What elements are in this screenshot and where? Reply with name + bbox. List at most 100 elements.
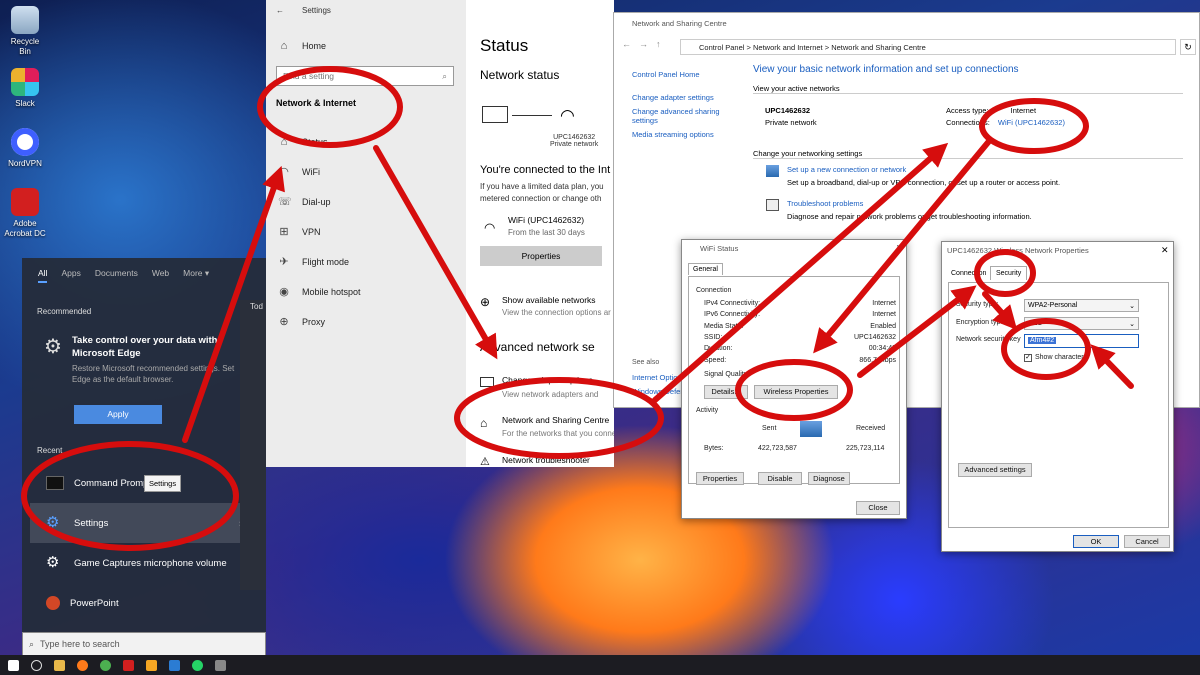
- close-button[interactable]: Close: [856, 501, 900, 515]
- close-icon[interactable]: ✕: [896, 243, 904, 254]
- media-streaming-link[interactable]: Media streaming options: [632, 130, 732, 139]
- wireless-properties-button[interactable]: Wireless Properties: [754, 385, 838, 399]
- nav-arrows-icon[interactable]: ←→↑: [622, 39, 669, 49]
- adapter-settings-link[interactable]: Change adapter settings: [632, 93, 732, 102]
- firefox-icon[interactable]: [77, 659, 88, 671]
- recent-label: Settings: [74, 517, 109, 529]
- sharing-settings-link[interactable]: Change advanced sharing settings: [632, 107, 732, 125]
- app-icon[interactable]: [215, 659, 226, 671]
- breadcrumb-item[interactable]: Control Panel: [699, 43, 744, 52]
- back-arrow-icon[interactable]: ←: [276, 6, 284, 15]
- details-button[interactable]: Details...: [704, 385, 748, 399]
- tab-panel: [688, 276, 900, 484]
- advanced-settings-button[interactable]: Advanced settings: [958, 463, 1032, 477]
- recent-settings[interactable]: ⚙Settings›: [30, 503, 258, 543]
- tab-documents[interactable]: Documents: [95, 268, 138, 283]
- ok-button[interactable]: OK: [1073, 535, 1119, 548]
- activity-heading: Activity: [696, 407, 719, 414]
- globe-icon: ⊕: [480, 295, 491, 309]
- breadcrumb-item[interactable]: Network and Sharing Centre: [831, 43, 926, 52]
- app-icon[interactable]: [146, 659, 157, 671]
- connected-text: You're connected to the Int: [480, 164, 611, 176]
- status-row-label: SSID:: [704, 333, 723, 341]
- recent-label: Game Captures microphone volume: [74, 557, 227, 569]
- section-heading: Network & Internet: [276, 98, 357, 108]
- close-icon[interactable]: ✕: [1161, 245, 1169, 256]
- nordvpn-desktop-icon[interactable]: NordVPN: [4, 128, 46, 169]
- security-type-select[interactable]: WPA2-Personal ⌄: [1024, 299, 1139, 312]
- connection-heading: Connection: [696, 287, 732, 294]
- encryption-select[interactable]: AES ⌄: [1024, 317, 1139, 330]
- nav-proxy[interactable]: ⊕ Proxy: [278, 316, 325, 328]
- properties-button[interactable]: Properties: [696, 472, 744, 485]
- find-setting-input[interactable]: Find a setting ⌕: [276, 66, 454, 86]
- nav-wifi[interactable]: ◠ WiFi: [278, 166, 320, 178]
- tab-more[interactable]: More ▾: [183, 268, 209, 283]
- disable-button[interactable]: Disable: [758, 472, 802, 485]
- status-row-label: Media State:: [704, 322, 744, 330]
- wifi-connection-link[interactable]: WiFi (UPC1462632): [998, 118, 1065, 127]
- whatsapp-icon[interactable]: [192, 659, 203, 671]
- refresh-icon[interactable]: ↻: [1180, 39, 1196, 55]
- placeholder-text: Find a setting: [283, 71, 335, 81]
- powerpoint-icon: [46, 596, 60, 610]
- setup-connection-link[interactable]: Set up a new connection or network: [787, 165, 906, 174]
- troubleshooter-link[interactable]: Network troubleshooter: [502, 455, 590, 465]
- filezilla-icon[interactable]: [123, 659, 134, 671]
- security-key-input[interactable]: Afm4#2: [1024, 334, 1139, 348]
- file-explorer-icon[interactable]: [54, 659, 65, 671]
- tab-connection[interactable]: Connection: [948, 268, 989, 279]
- connections-label: Connections:: [946, 118, 990, 127]
- word-icon[interactable]: [169, 659, 180, 671]
- signal-quality-label: Signal Quality:: [704, 371, 750, 378]
- adapter-desc: View network adapters and: [502, 390, 599, 399]
- nav-dialup[interactable]: ☏ Dial-up: [278, 196, 331, 208]
- recent-game-captures[interactable]: ⚙ Game Captures microphone volume: [22, 543, 266, 583]
- tab-all[interactable]: All: [38, 268, 48, 283]
- nav-vpn[interactable]: ⊞ VPN: [278, 226, 320, 238]
- network-label: UPC1462632 Private network: [550, 134, 598, 148]
- security-type-label: Security type:: [956, 301, 999, 308]
- taskbar-search-input[interactable]: ⌕ Type here to search: [22, 632, 266, 656]
- show-networks-link[interactable]: Show available networks: [502, 295, 596, 305]
- cancel-button[interactable]: Cancel: [1124, 535, 1170, 548]
- nav-home[interactable]: ⌂ Home: [278, 40, 326, 52]
- search-icon[interactable]: [31, 659, 42, 671]
- nav-flight-mode[interactable]: ✈ Flight mode: [278, 256, 349, 268]
- tab-web[interactable]: Web: [152, 268, 169, 283]
- nav-status[interactable]: ⌂ Status: [278, 136, 328, 148]
- cp-home-link[interactable]: Control Panel Home: [632, 70, 732, 79]
- status-row-label: IPv4 Connectivity:: [704, 300, 761, 307]
- breadcrumb-item[interactable]: Network and Internet: [753, 43, 823, 52]
- sharing-centre-link[interactable]: Network and Sharing Centre: [502, 415, 609, 425]
- settings-sidebar: ← Settings ⌂ Home Find a setting ⌕ Network…: [266, 0, 466, 467]
- chrome-icon[interactable]: [100, 659, 111, 671]
- advanced-heading: Advanced network se: [480, 340, 595, 354]
- tab-general[interactable]: General: [688, 263, 723, 275]
- nav-mobile-hotspot[interactable]: ◉ Mobile hotspot: [278, 286, 360, 298]
- cp-left-links: Control Panel Home Change adapter settin…: [632, 70, 732, 144]
- taskbar: [0, 655, 1200, 675]
- change-adapter-link[interactable]: Change adapter options: [502, 375, 593, 385]
- internet-options-link[interactable]: Internet Options: [632, 373, 685, 382]
- apply-button[interactable]: Apply: [74, 405, 162, 424]
- tab-apps[interactable]: Apps: [61, 268, 80, 283]
- defender-link[interactable]: Windows Defer: [632, 387, 683, 396]
- recent-powerpoint[interactable]: PowerPoint: [22, 583, 266, 623]
- adapter-icon: [480, 377, 494, 387]
- troubleshoot-link[interactable]: Troubleshoot problems: [787, 199, 863, 208]
- show-characters-label: Show characters: [1035, 354, 1088, 361]
- acrobat-desktop-icon[interactable]: Adobe Acrobat DC: [4, 188, 46, 239]
- slack-desktop-icon[interactable]: Slack: [4, 68, 46, 109]
- select-value: WPA2-Personal: [1028, 302, 1078, 309]
- wifi-usage: From the last 30 days: [508, 228, 585, 237]
- recommended-card: ⚙ Take control over your data with Micro…: [36, 324, 252, 395]
- windows-start-icon[interactable]: [8, 659, 19, 671]
- recycle-bin-desktop-icon[interactable]: Recycle Bin: [4, 6, 46, 57]
- show-characters-checkbox[interactable]: ✓: [1024, 354, 1032, 362]
- address-bar[interactable]: Control Panel > Network and Internet > N…: [680, 39, 1176, 55]
- diagnose-button[interactable]: Diagnose: [808, 472, 850, 485]
- properties-button[interactable]: Properties: [480, 246, 602, 266]
- tab-security[interactable]: Security: [990, 266, 1028, 280]
- sharing-desc: For the networks that you connect to, de…: [502, 429, 614, 438]
